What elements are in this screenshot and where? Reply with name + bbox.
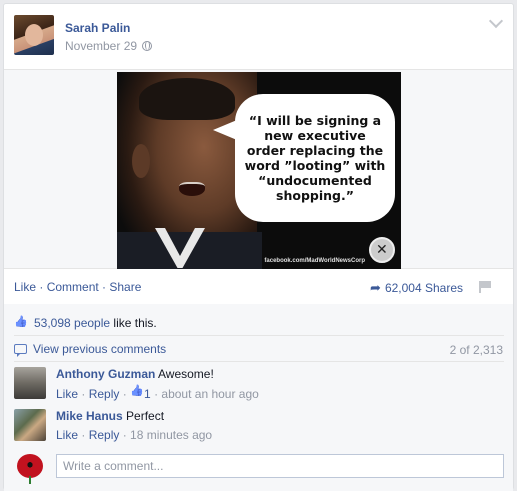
comment-reply-link[interactable]: Reply bbox=[89, 387, 120, 401]
comment-time[interactable]: 18 minutes ago bbox=[130, 428, 212, 442]
share-link[interactable]: Share bbox=[109, 280, 141, 294]
commenter-name[interactable]: Anthony Guzman bbox=[56, 367, 155, 381]
flag-icon[interactable] bbox=[479, 281, 491, 293]
separator: · bbox=[98, 280, 110, 294]
comment-bubble-icon bbox=[14, 344, 27, 357]
author-avatar[interactable] bbox=[14, 15, 54, 55]
globe-icon[interactable] bbox=[142, 41, 153, 51]
thumbs-up-icon bbox=[130, 386, 144, 398]
comment-like-link[interactable]: Like bbox=[56, 428, 78, 442]
separator: · bbox=[36, 280, 47, 294]
comment-link[interactable]: Comment bbox=[47, 280, 99, 294]
post-meta: November 29 bbox=[65, 39, 153, 53]
view-previous-row: View previous comments bbox=[14, 342, 166, 357]
comment-item: Anthony Guzman Awesome! Like · Reply · 1… bbox=[14, 367, 504, 401]
meme-image[interactable]: “I will be signing a new executive order… bbox=[117, 72, 401, 269]
post-actions: Like · Comment · Share bbox=[14, 280, 141, 294]
watermark-logo-icon bbox=[369, 237, 395, 263]
view-previous-comments[interactable]: View previous comments bbox=[33, 342, 166, 356]
comment-time[interactable]: about an hour ago bbox=[161, 387, 258, 401]
divider bbox=[14, 335, 504, 336]
meme-watermark: facebook.com/MadWorldNewsCorp bbox=[264, 258, 365, 264]
commenter-avatar[interactable] bbox=[14, 409, 46, 441]
likes-summary: 53,098 people like this. bbox=[14, 316, 157, 330]
post-media: “I will be signing a new executive order… bbox=[4, 69, 513, 269]
post-header: Sarah Palin November 29 bbox=[14, 15, 504, 57]
comment-like-link[interactable]: Like bbox=[56, 387, 78, 401]
share-arrow-icon: ➦ bbox=[370, 280, 381, 295]
divider bbox=[14, 361, 504, 362]
poppy-avatar bbox=[14, 452, 46, 484]
comment-reply-link[interactable]: Reply bbox=[89, 428, 120, 442]
like-link[interactable]: Like bbox=[14, 280, 36, 294]
comment-like-count[interactable]: 1 bbox=[130, 387, 151, 401]
comments-section: 53,098 people like this. View previous c… bbox=[4, 304, 513, 491]
thumbs-up-icon bbox=[14, 317, 28, 329]
commenter-avatar[interactable] bbox=[14, 367, 46, 399]
comment-item: Mike Hanus Perfect Like · Reply · 18 min… bbox=[14, 409, 504, 443]
post-date[interactable]: November 29 bbox=[65, 39, 137, 53]
shares-label: 62,004 Shares bbox=[384, 281, 463, 295]
comment-text: Awesome! bbox=[158, 367, 214, 381]
likers-link[interactable]: 53,098 people bbox=[34, 316, 110, 330]
comment-input[interactable] bbox=[56, 454, 504, 478]
commenter-name[interactable]: Mike Hanus bbox=[56, 409, 123, 423]
likes-suffix: like this. bbox=[113, 316, 157, 330]
author-name[interactable]: Sarah Palin bbox=[65, 21, 130, 35]
post-card: Sarah Palin November 29 “I will be signi… bbox=[3, 3, 514, 491]
comment-text: Perfect bbox=[126, 409, 165, 423]
shares-count[interactable]: ➦ 62,004 Shares bbox=[370, 280, 463, 296]
speech-bubble: “I will be signing a new executive order… bbox=[213, 94, 395, 222]
comment-count: 2 of 2,313 bbox=[449, 343, 503, 357]
meme-quote: “I will be signing a new executive order… bbox=[244, 113, 386, 203]
